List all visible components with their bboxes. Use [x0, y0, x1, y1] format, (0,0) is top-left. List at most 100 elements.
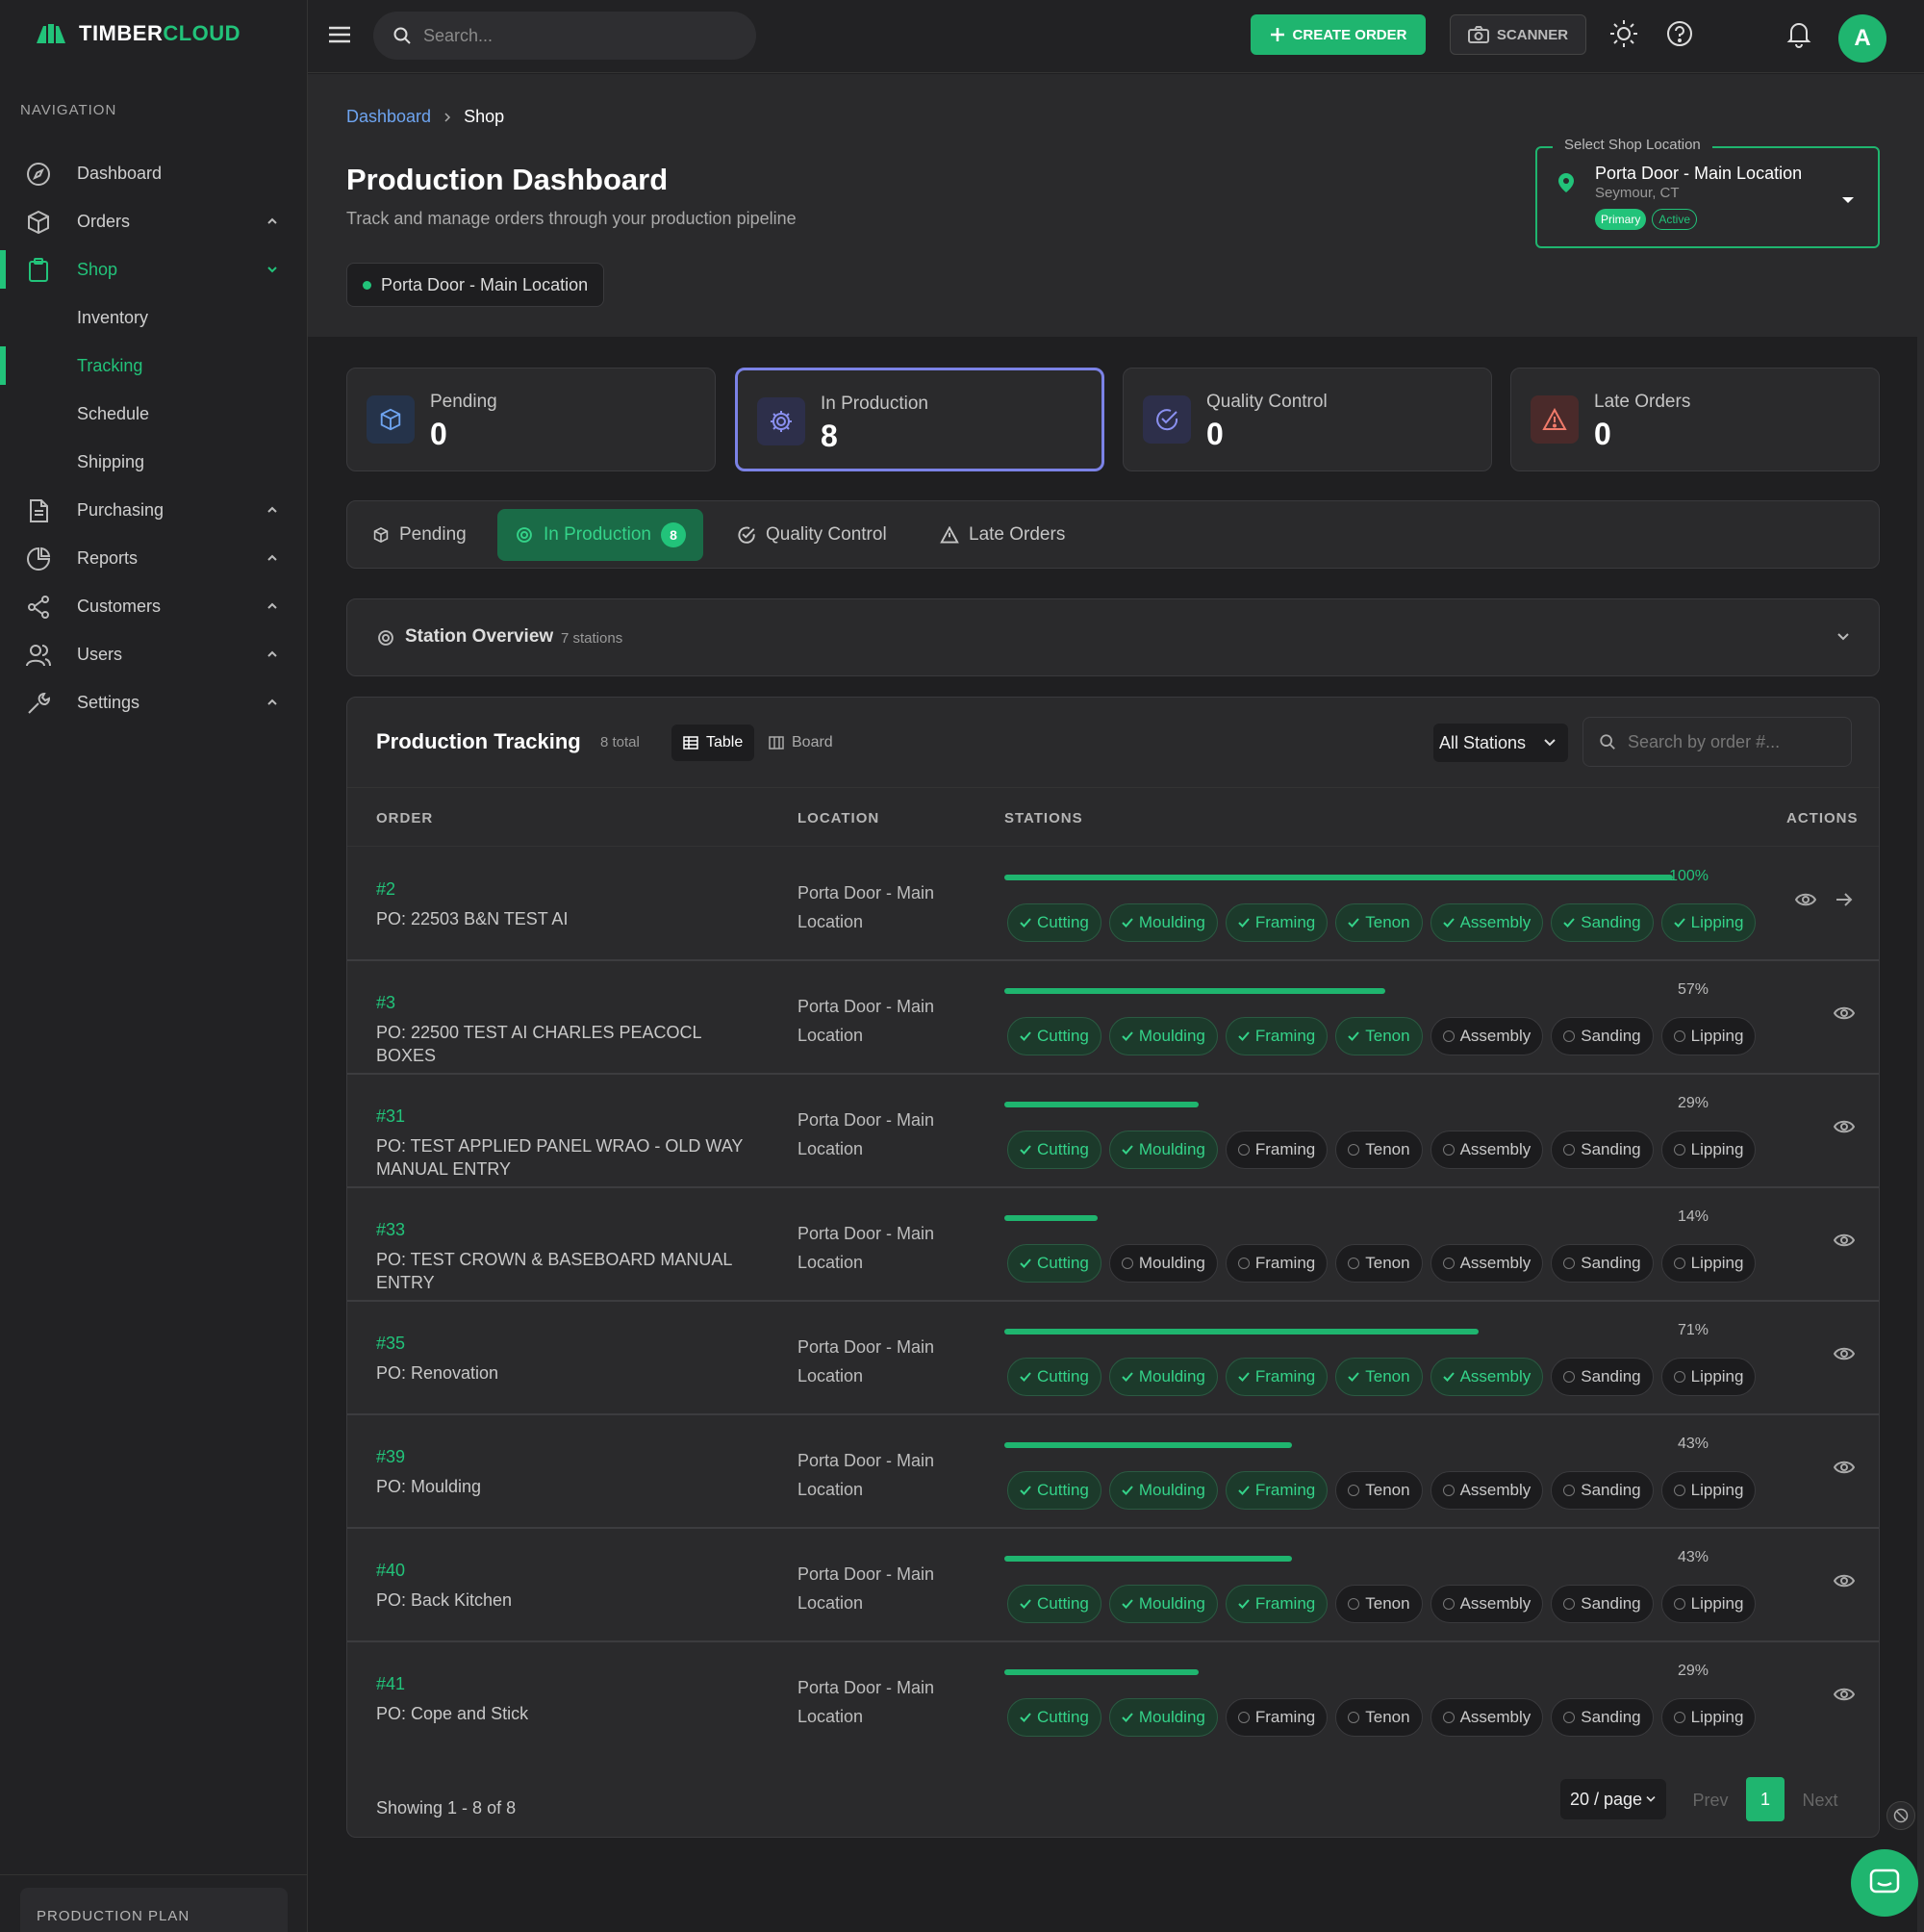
station-chip-lipping[interactable]: Lipping — [1660, 1244, 1757, 1283]
block-icon[interactable] — [1886, 1801, 1915, 1830]
per-page-select[interactable]: 20 / page — [1560, 1779, 1666, 1819]
station-chip-sanding[interactable]: Sanding — [1551, 1698, 1654, 1737]
station-chip-lipping[interactable]: Lipping — [1660, 1698, 1757, 1737]
prev-page-button[interactable]: Prev — [1686, 1779, 1734, 1821]
station-chip-tenon[interactable]: Tenon — [1335, 1131, 1423, 1169]
station-chip-sanding[interactable]: Sanding — [1551, 1131, 1654, 1169]
avatar[interactable]: A — [1838, 14, 1886, 63]
station-chip-assembly[interactable]: Assembly — [1430, 903, 1544, 942]
column-header-location[interactable]: LOCATION — [797, 810, 879, 826]
sidebar-item-customers[interactable]: Customers — [0, 582, 308, 630]
sun-icon[interactable] — [1609, 19, 1638, 48]
chat-launcher-button[interactable] — [1851, 1849, 1918, 1917]
help-icon[interactable] — [1665, 19, 1694, 48]
station-chip-moulding[interactable]: Moulding — [1108, 1017, 1218, 1055]
station-chip-cutting[interactable]: Cutting — [1007, 1585, 1101, 1623]
station-chip-framing[interactable]: Framing — [1225, 1585, 1329, 1623]
tab-quality-control[interactable]: Quality Control — [720, 509, 904, 561]
station-chip-cutting[interactable]: Cutting — [1007, 1471, 1101, 1510]
sidebar-item-settings[interactable]: Settings — [0, 678, 308, 726]
station-chip-moulding[interactable]: Moulding — [1108, 1244, 1218, 1283]
sidebar-item-schedule[interactable]: Schedule — [0, 390, 308, 438]
eye-icon[interactable] — [1795, 892, 1816, 907]
production-plan-button[interactable]: PRODUCTION PLAN — [20, 1888, 288, 1932]
eye-icon[interactable] — [1834, 1460, 1855, 1475]
station-chip-framing[interactable]: Framing — [1225, 1017, 1329, 1055]
eye-icon[interactable] — [1834, 1687, 1855, 1702]
table-row[interactable]: #3 PO: 22500 TEST AI CHARLES PEACOCL BOXE… — [347, 961, 1879, 1075]
station-chip-lipping[interactable]: Lipping — [1660, 1471, 1757, 1510]
eye-icon[interactable] — [1834, 1346, 1855, 1361]
search-input[interactable] — [423, 25, 731, 46]
station-chip-moulding[interactable]: Moulding — [1108, 903, 1218, 942]
order-number-link[interactable]: #33 — [376, 1220, 405, 1240]
scanner-button[interactable]: SCANNER — [1450, 14, 1586, 55]
station-chip-lipping[interactable]: Lipping — [1660, 1585, 1757, 1623]
eye-icon[interactable] — [1834, 1233, 1855, 1248]
station-chip-assembly[interactable]: Assembly — [1430, 1244, 1544, 1283]
eye-icon[interactable] — [1834, 1119, 1855, 1134]
sidebar-item-shipping[interactable]: Shipping — [0, 438, 308, 486]
order-number-link[interactable]: #41 — [376, 1674, 405, 1694]
tab-late-orders[interactable]: Late Orders — [923, 509, 1082, 561]
shop-location-select[interactable]: Select Shop Location Porta Door - Main L… — [1535, 137, 1880, 248]
station-chip-tenon[interactable]: Tenon — [1335, 903, 1423, 942]
menu-icon[interactable] — [327, 23, 352, 46]
station-chip-cutting[interactable]: Cutting — [1007, 1358, 1101, 1396]
bell-icon[interactable] — [1785, 19, 1813, 48]
station-chip-cutting[interactable]: Cutting — [1007, 1698, 1101, 1737]
station-chip-framing[interactable]: Framing — [1225, 1358, 1329, 1396]
order-number-link[interactable]: #2 — [376, 879, 395, 900]
eye-icon[interactable] — [1834, 1005, 1855, 1021]
station-chip-tenon[interactable]: Tenon — [1335, 1471, 1423, 1510]
table-row[interactable]: #33 PO: TEST CROWN & BASEBOARD MANUAL ENT… — [347, 1188, 1879, 1302]
station-chip-moulding[interactable]: Moulding — [1108, 1358, 1218, 1396]
stat-card-pending[interactable]: Pending 0 — [346, 368, 716, 471]
station-chip-assembly[interactable]: Assembly — [1430, 1585, 1544, 1623]
station-chip-assembly[interactable]: Assembly — [1430, 1471, 1544, 1510]
station-chip-sanding[interactable]: Sanding — [1551, 1585, 1654, 1623]
station-chip-framing[interactable]: Framing — [1225, 1131, 1329, 1169]
page-number-button[interactable]: 1 — [1746, 1777, 1785, 1821]
sidebar-item-reports[interactable]: Reports — [0, 534, 308, 582]
global-search[interactable] — [373, 12, 756, 60]
station-filter-select[interactable]: All Stations — [1433, 724, 1568, 762]
station-chip-assembly[interactable]: Assembly — [1430, 1358, 1544, 1396]
station-chip-moulding[interactable]: Moulding — [1108, 1585, 1218, 1623]
station-chip-tenon[interactable]: Tenon — [1335, 1698, 1423, 1737]
station-chip-moulding[interactable]: Moulding — [1108, 1698, 1218, 1737]
tab-in-production[interactable]: In Production 8 — [497, 509, 703, 561]
station-chip-tenon[interactable]: Tenon — [1335, 1017, 1423, 1055]
view-board-button[interactable]: Board — [757, 724, 845, 761]
table-row[interactable]: #40 PO: Back Kitchen Porta Door - Main Loc… — [347, 1529, 1879, 1642]
table-row[interactable]: #2 PO: 22503 B&N TEST AI Porta Door - Main… — [347, 848, 1879, 961]
column-header-stations[interactable]: STATIONS — [1004, 810, 1083, 826]
sidebar-item-orders[interactable]: Orders — [0, 197, 308, 245]
station-chip-lipping[interactable]: Lipping — [1660, 1358, 1757, 1396]
station-chip-tenon[interactable]: Tenon — [1335, 1585, 1423, 1623]
column-header-order[interactable]: ORDER — [376, 810, 433, 826]
sidebar-item-users[interactable]: Users — [0, 630, 308, 678]
table-row[interactable]: #39 PO: Moulding Porta Door - Main Locatio… — [347, 1415, 1879, 1529]
station-chip-assembly[interactable]: Assembly — [1430, 1698, 1544, 1737]
station-chip-assembly[interactable]: Assembly — [1430, 1131, 1544, 1169]
station-chip-tenon[interactable]: Tenon — [1335, 1358, 1423, 1396]
stat-card-quality-control[interactable]: Quality Control 0 — [1123, 368, 1492, 471]
sidebar-item-purchasing[interactable]: Purchasing — [0, 486, 308, 534]
station-chip-cutting[interactable]: Cutting — [1007, 1244, 1101, 1283]
station-chip-lipping[interactable]: Lipping — [1660, 1017, 1757, 1055]
station-chip-moulding[interactable]: Moulding — [1108, 1131, 1218, 1169]
station-chip-framing[interactable]: Framing — [1225, 1471, 1329, 1510]
station-chip-assembly[interactable]: Assembly — [1430, 1017, 1544, 1055]
order-number-link[interactable]: #40 — [376, 1561, 405, 1581]
eye-icon[interactable] — [1834, 1573, 1855, 1589]
stat-card-in-production[interactable]: In Production 8 — [735, 368, 1104, 471]
station-chip-moulding[interactable]: Moulding — [1108, 1471, 1218, 1510]
table-row[interactable]: #41 PO: Cope and Stick Porta Door - Main L… — [347, 1642, 1879, 1756]
station-chip-cutting[interactable]: Cutting — [1007, 1131, 1101, 1169]
order-number-link[interactable]: #31 — [376, 1106, 405, 1127]
order-number-link[interactable]: #3 — [376, 993, 395, 1013]
sidebar-item-tracking[interactable]: Tracking — [0, 342, 308, 390]
view-table-button[interactable]: Table — [671, 724, 755, 761]
next-page-button[interactable]: Next — [1793, 1779, 1847, 1821]
